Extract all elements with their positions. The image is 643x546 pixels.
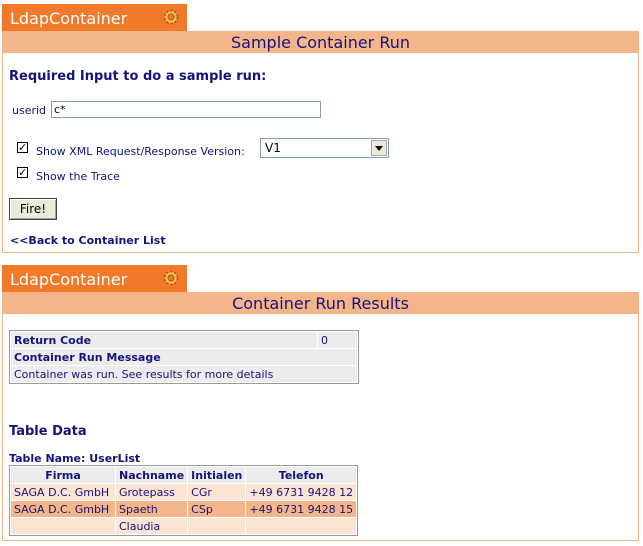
run-message-value-row: Container was run. See results for more … [11, 366, 357, 382]
run-message-value: Container was run. See results for more … [11, 366, 357, 382]
gear-icon [163, 270, 179, 286]
return-code-row: Return Code 0 [11, 332, 357, 348]
cell-initialen: CSp [188, 501, 246, 517]
version-select[interactable]: V1 [260, 138, 389, 158]
cell-telefon: +49 6731 9428 15 [246, 501, 357, 517]
table-data-heading: Table Data [9, 424, 87, 439]
return-code-value: 0 [318, 332, 357, 348]
userid-input[interactable]: c* [51, 101, 321, 118]
cell-nachname: Grotepass [116, 484, 188, 500]
table-header-row: Firma Nachname Initialen Telefon [11, 467, 357, 483]
table-row[interactable]: SAGA D.C. GmbH Grotepass CGr +49 6731 94… [11, 484, 357, 500]
show-trace-label: Show the Trace [36, 170, 120, 183]
run-message-label-row: Container Run Message [11, 349, 357, 365]
userid-label: userid [12, 104, 47, 117]
run-message-label: Container Run Message [11, 349, 357, 365]
cell-firma: SAGA D.C. GmbH [11, 484, 115, 500]
table-row[interactable]: Claudia [11, 518, 357, 534]
userlist-table: Firma Nachname Initialen Telefon SAGA D.… [9, 465, 359, 536]
tab-label: LdapContainer [10, 9, 128, 28]
chevron-down-icon[interactable] [371, 140, 387, 156]
cell-initialen [188, 518, 246, 534]
cell-telefon [246, 518, 357, 534]
back-to-container-list-link[interactable]: <<Back to Container List [10, 234, 166, 247]
cell-nachname: Spaeth [116, 501, 188, 517]
required-input-heading: Required Input to do a sample run: [9, 69, 267, 84]
return-code-label: Return Code [11, 332, 317, 348]
show-xml-checkbox[interactable]: ✓ [17, 142, 28, 153]
cell-telefon: +49 6731 9428 12 [246, 484, 357, 500]
tab-label: LdapContainer [10, 270, 128, 289]
panel-title: Sample Container Run [3, 32, 638, 53]
container-tab-top[interactable]: LdapContainer [2, 4, 187, 31]
cell-firma [11, 518, 115, 534]
column-header: Firma [11, 467, 115, 483]
return-code-table: Return Code 0 Container Run Message Cont… [9, 330, 359, 384]
version-selected-value: V1 [265, 141, 281, 155]
column-header: Nachname [116, 467, 188, 483]
cell-nachname: Claudia [116, 518, 188, 534]
show-trace-checkbox[interactable]: ✓ [17, 167, 28, 178]
cell-initialen: CGr [188, 484, 246, 500]
container-tab-bottom[interactable]: LdapContainer [2, 265, 187, 292]
show-xml-label: Show XML Request/Response Version: [36, 145, 245, 158]
column-header: Initialen [188, 467, 246, 483]
column-header: Telefon [246, 467, 357, 483]
table-row[interactable]: SAGA D.C. GmbH Spaeth CSp +49 6731 9428 … [11, 501, 357, 517]
cell-firma: SAGA D.C. GmbH [11, 501, 115, 517]
gear-icon [163, 9, 179, 25]
fire-button[interactable]: Fire! [9, 198, 57, 220]
table-name-label: Table Name: UserList [9, 452, 141, 465]
panel-title: Container Run Results [3, 293, 638, 314]
